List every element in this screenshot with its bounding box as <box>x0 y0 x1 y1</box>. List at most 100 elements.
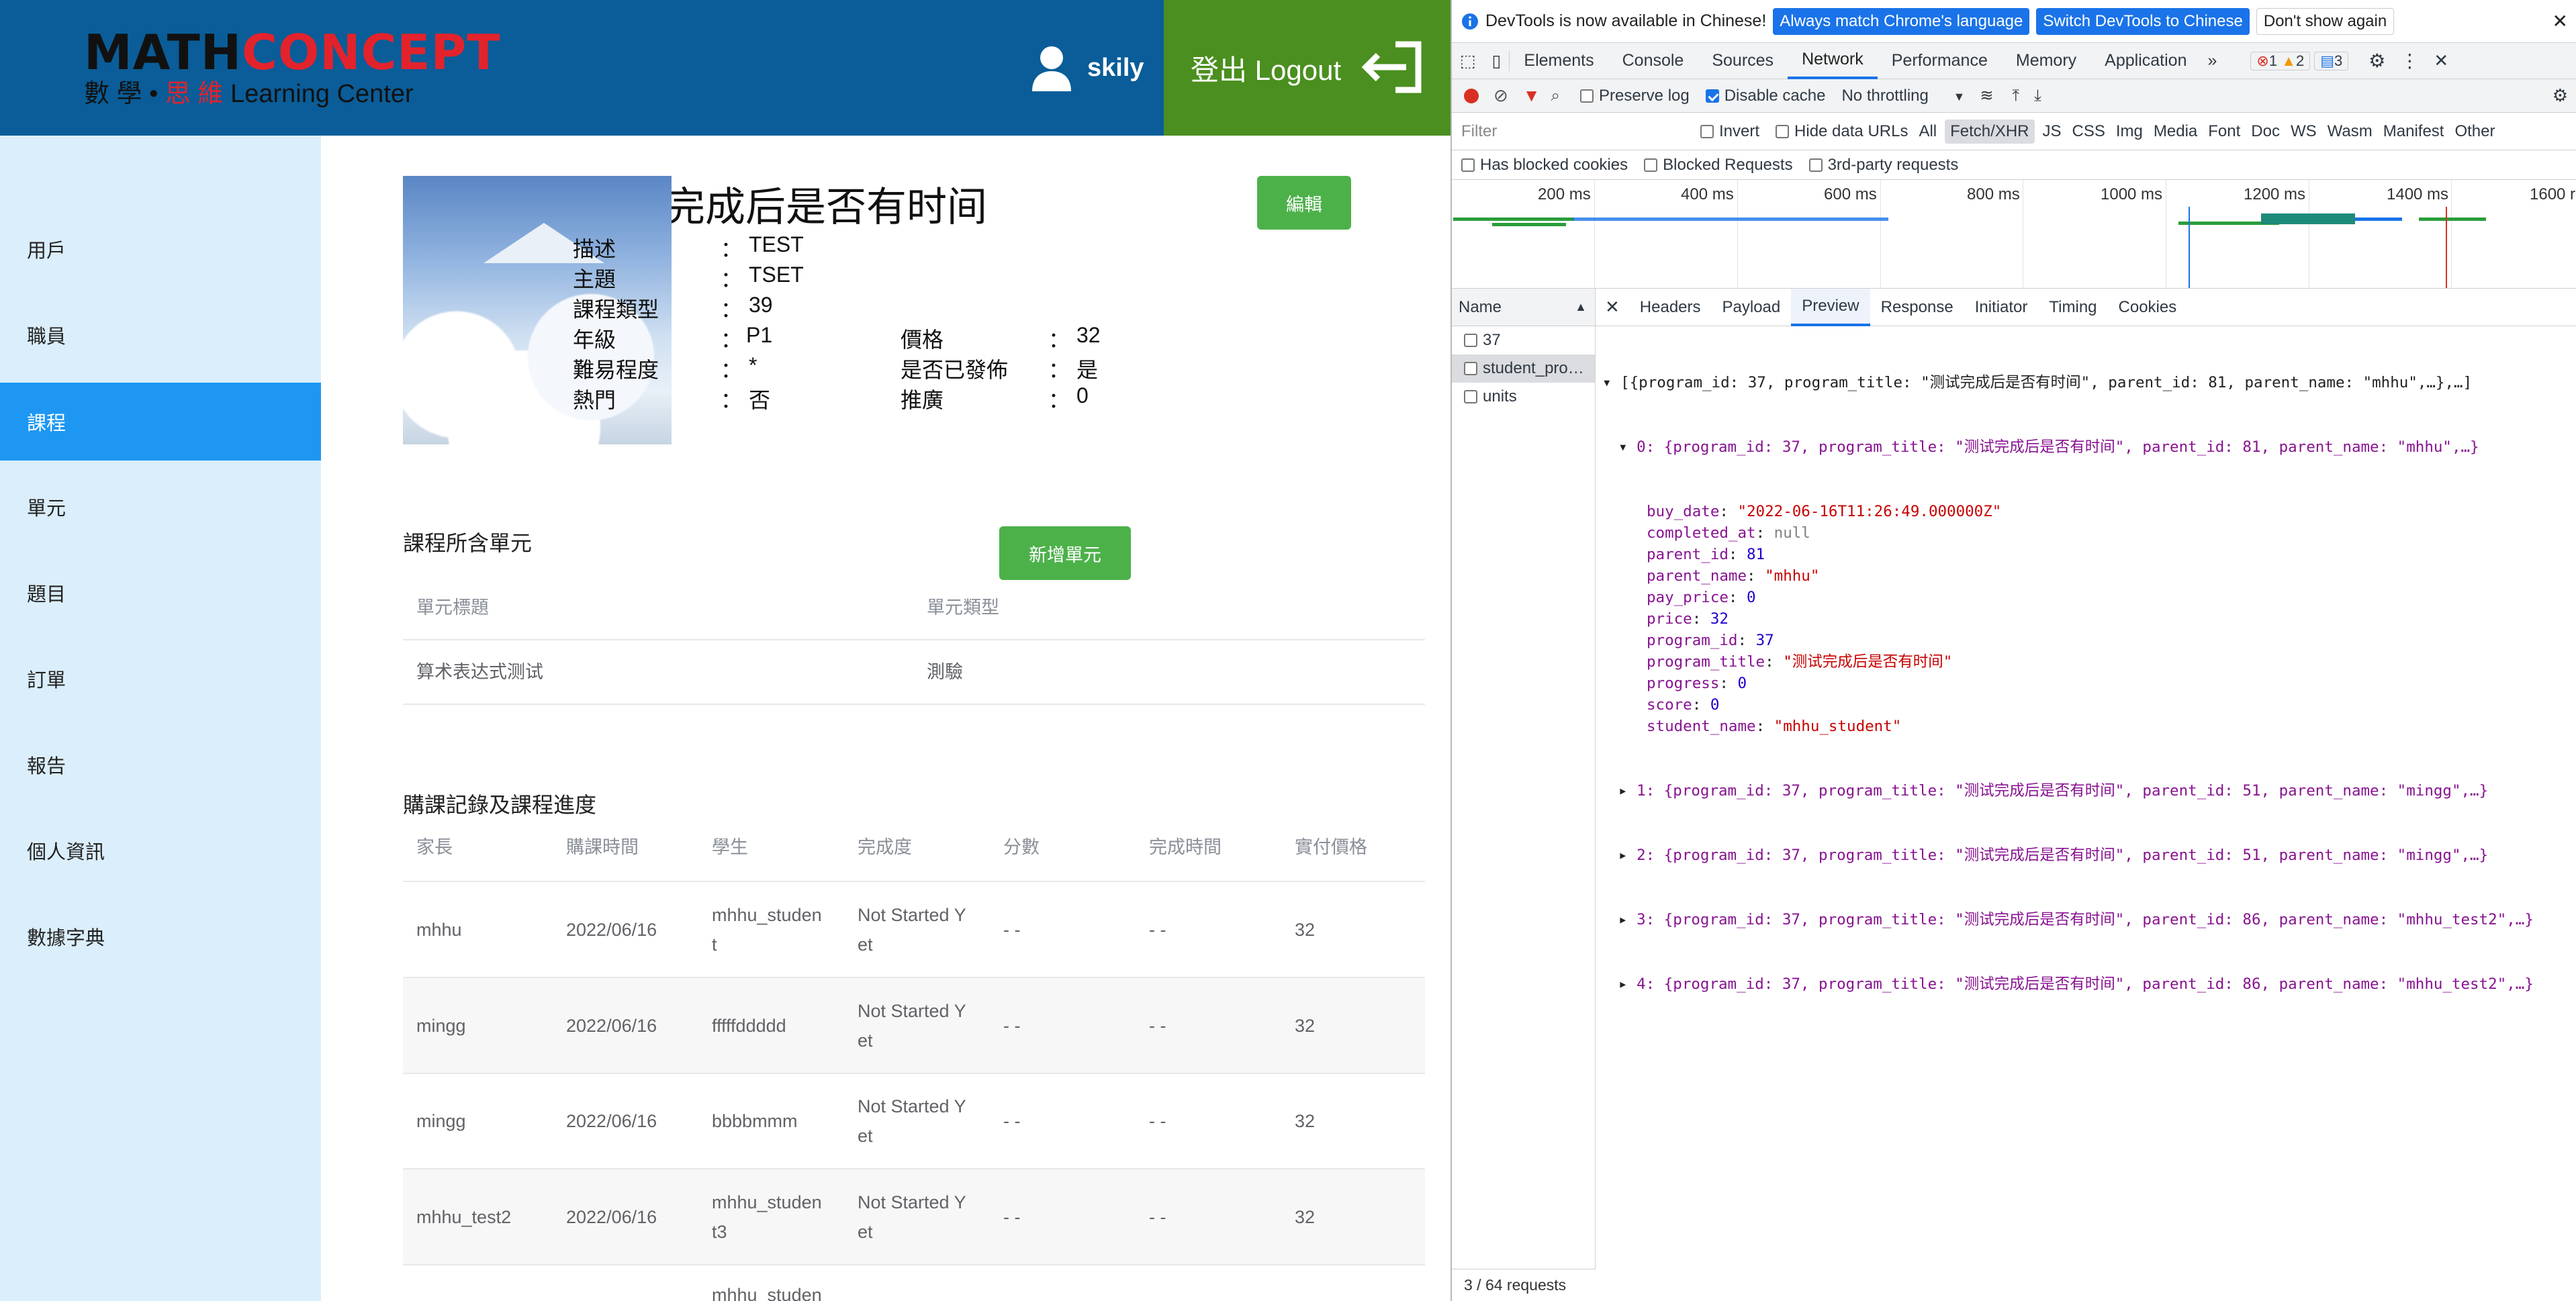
json-item-line[interactable]: ▾ 0: {program_id: 37, program_title: "测试… <box>1596 436 2576 458</box>
tab-console[interactable]: Console <box>1608 43 1698 79</box>
settings-icon[interactable]: ⚙ <box>2368 50 2385 72</box>
sidebar-item-profile[interactable]: 個人資訊 <box>0 814 321 887</box>
tab-headers[interactable]: Headers <box>1629 289 1712 326</box>
sidebar-item-dictionary[interactable]: 數據字典 <box>0 900 321 973</box>
type-filter-js[interactable]: JS <box>2043 122 2062 141</box>
json-field-line[interactable]: parent_name: "mhhu" <box>1596 565 2576 587</box>
student-line: mhhu_studen <box>712 904 822 925</box>
type-filter-doc[interactable]: Doc <box>2251 122 2280 141</box>
tab-sources[interactable]: Sources <box>1698 43 1788 79</box>
json-field-line[interactable]: student_name: "mhhu_student" <box>1596 716 2576 737</box>
filter-icon[interactable]: ▼ <box>1523 85 1540 106</box>
tab-timing[interactable]: Timing <box>2038 289 2107 326</box>
table-row[interactable]: mhhu 2022/06/16 mhhu_studen t Not Started… <box>403 882 1425 978</box>
issues-badges[interactable]: ⊗1 ▲2 <box>2250 51 2311 70</box>
sidebar-item-staff[interactable]: 職員 <box>0 298 321 372</box>
dont-show-again-button[interactable]: Don't show again <box>2256 7 2395 35</box>
json-root-line[interactable]: ▾ [{program_id: 37, program_title: "测试完成… <box>1596 372 2576 393</box>
user-menu[interactable]: skily <box>1031 43 1144 93</box>
json-field-line[interactable]: buy_date: "2022-06-16T11:26:49.000000Z" <box>1596 501 2576 522</box>
table-row[interactable]: mhhu_test2 2022/06/16 mhhu_studen t3 Not … <box>403 1169 1425 1265</box>
type-filter-css[interactable]: CSS <box>2072 122 2105 141</box>
device-toolbar-icon[interactable]: ▯ <box>1484 50 1510 71</box>
json-field-line[interactable]: pay_price: 0 <box>1596 587 2576 608</box>
tab-performance[interactable]: Performance <box>1878 43 2002 79</box>
json-field-line[interactable]: score: 0 <box>1596 694 2576 716</box>
edit-button[interactable]: 編輯 <box>1257 176 1351 230</box>
type-filter-fetch-xhr[interactable]: Fetch/XHR <box>1945 119 2035 144</box>
messages-badge[interactable]: ▤3 <box>2314 51 2349 70</box>
type-filter-other[interactable]: Other <box>2454 122 2495 141</box>
inspect-icon[interactable]: ⬚ <box>1452 51 1484 71</box>
sidebar-item-users[interactable]: 用戶 <box>0 212 321 286</box>
network-conditions-icon[interactable]: ≋ <box>1980 86 1993 105</box>
tab-elements[interactable]: Elements <box>1510 43 1608 79</box>
record-icon[interactable] <box>1464 88 1479 103</box>
json-field-line[interactable]: program_id: 37 <box>1596 630 2576 651</box>
json-item-line[interactable]: ▸ 2: {program_id: 37, program_title: "测试… <box>1596 845 2576 866</box>
type-filter-font[interactable]: Font <box>2208 122 2240 141</box>
filter-input[interactable]: Filter <box>1461 122 1696 141</box>
table-row[interactable]: 算术表达式测试 測驗 <box>403 640 1425 705</box>
table-row[interactable]: mhhu_studen <box>403 1265 1425 1301</box>
import-har-icon[interactable]: ⤒ <box>2012 87 2019 105</box>
network-settings-icon[interactable]: ⚙ <box>2552 85 2568 106</box>
throttling-select[interactable]: No throttling ▼ <box>1841 87 1965 105</box>
sidebar-item-orders[interactable]: 訂單 <box>0 642 321 716</box>
more-options-icon[interactable]: ⋮ <box>2400 50 2419 72</box>
json-item-line[interactable]: ▸ 1: {program_id: 37, program_title: "测试… <box>1596 780 2576 802</box>
tab-initiator[interactable]: Initiator <box>1964 289 2039 326</box>
tab-preview[interactable]: Preview <box>1791 288 1870 326</box>
network-overview-timeline[interactable]: 200 ms 400 ms 600 ms 800 ms 1000 ms 1200… <box>1452 180 2576 289</box>
invert-checkbox[interactable]: Invert <box>1700 122 1759 141</box>
hide-data-urls-checkbox[interactable]: Hide data URLs <box>1776 122 1908 141</box>
type-filter-img[interactable]: Img <box>2116 122 2143 141</box>
type-filter-ws[interactable]: WS <box>2291 122 2317 141</box>
request-row[interactable]: 37 <box>1452 326 1595 354</box>
json-item-line[interactable]: ▸ 3: {program_id: 37, program_title: "测试… <box>1596 909 2576 930</box>
tab-application[interactable]: Application <box>2090 43 2201 79</box>
sidebar-item-reports[interactable]: 報告 <box>0 728 321 802</box>
tab-cookies[interactable]: Cookies <box>2108 289 2188 326</box>
third-party-checkbox[interactable]: 3rd-party requests <box>1808 156 1958 175</box>
json-field-line[interactable]: progress: 0 <box>1596 673 2576 694</box>
has-blocked-cookies-checkbox[interactable]: Has blocked cookies <box>1461 156 1628 175</box>
clear-icon[interactable]: ⊘ <box>1493 85 1508 106</box>
type-filter-manifest[interactable]: Manifest <box>2383 122 2444 141</box>
brand-logo[interactable]: MATHCONCEPT 數 學 • 思 維 Learning Center <box>84 27 500 114</box>
type-filter-wasm[interactable]: Wasm <box>2328 122 2373 141</box>
json-field-line[interactable]: completed_at: null <box>1596 522 2576 544</box>
json-field-line[interactable]: parent_id: 81 <box>1596 544 2576 565</box>
sidebar-item-units[interactable]: 單元 <box>0 470 321 544</box>
description-label: 描述 <box>573 237 616 261</box>
add-unit-button[interactable]: 新增單元 <box>999 526 1131 580</box>
sidebar-item-questions[interactable]: 題目 <box>0 556 321 630</box>
match-language-button[interactable]: Always match Chrome's language <box>1773 7 2030 35</box>
sidebar-item-programs[interactable]: 課程 <box>0 383 321 461</box>
switch-chinese-button[interactable]: Switch DevTools to Chinese <box>2036 7 2250 35</box>
close-detail-icon[interactable]: ✕ <box>1596 297 1629 318</box>
export-har-icon[interactable]: ⤓ <box>2034 87 2041 105</box>
close-icon[interactable]: ✕ <box>2552 10 2568 32</box>
close-devtools-icon[interactable]: ✕ <box>2434 50 2448 71</box>
tab-network[interactable]: Network <box>1788 43 1878 79</box>
json-field-line[interactable]: program_title: "测试完成后是否有时间" <box>1596 651 2576 673</box>
type-filter-all[interactable]: All <box>1919 122 1937 141</box>
tab-memory[interactable]: Memory <box>2002 43 2090 79</box>
disable-cache-checkbox[interactable]: Disable cache <box>1705 87 1825 105</box>
request-row[interactable]: units <box>1452 383 1595 411</box>
blocked-requests-checkbox[interactable]: Blocked Requests <box>1644 156 1793 175</box>
table-row[interactable]: mingg 2022/06/16 bbbbmmm Not Started Y et… <box>403 1074 1425 1169</box>
json-field-line[interactable]: price: 32 <box>1596 608 2576 630</box>
table-row[interactable]: mingg 2022/06/16 fffffddddd Not Started … <box>403 978 1425 1074</box>
search-icon[interactable]: ⌕ <box>1551 87 1560 105</box>
json-item-line[interactable]: ▸ 4: {program_id: 37, program_title: "测试… <box>1596 973 2576 995</box>
tab-response[interactable]: Response <box>1870 289 1964 326</box>
more-tabs-icon[interactable]: » <box>2201 51 2223 70</box>
preserve-log-checkbox[interactable]: Preserve log <box>1579 87 1690 105</box>
request-row[interactable]: student_pro… <box>1452 354 1595 383</box>
name-column-header[interactable]: Name ▲ <box>1452 289 1595 326</box>
tab-payload[interactable]: Payload <box>1712 289 1792 326</box>
type-filter-media[interactable]: Media <box>2154 122 2197 141</box>
logout-button[interactable]: 登出 Logout <box>1164 0 1451 136</box>
